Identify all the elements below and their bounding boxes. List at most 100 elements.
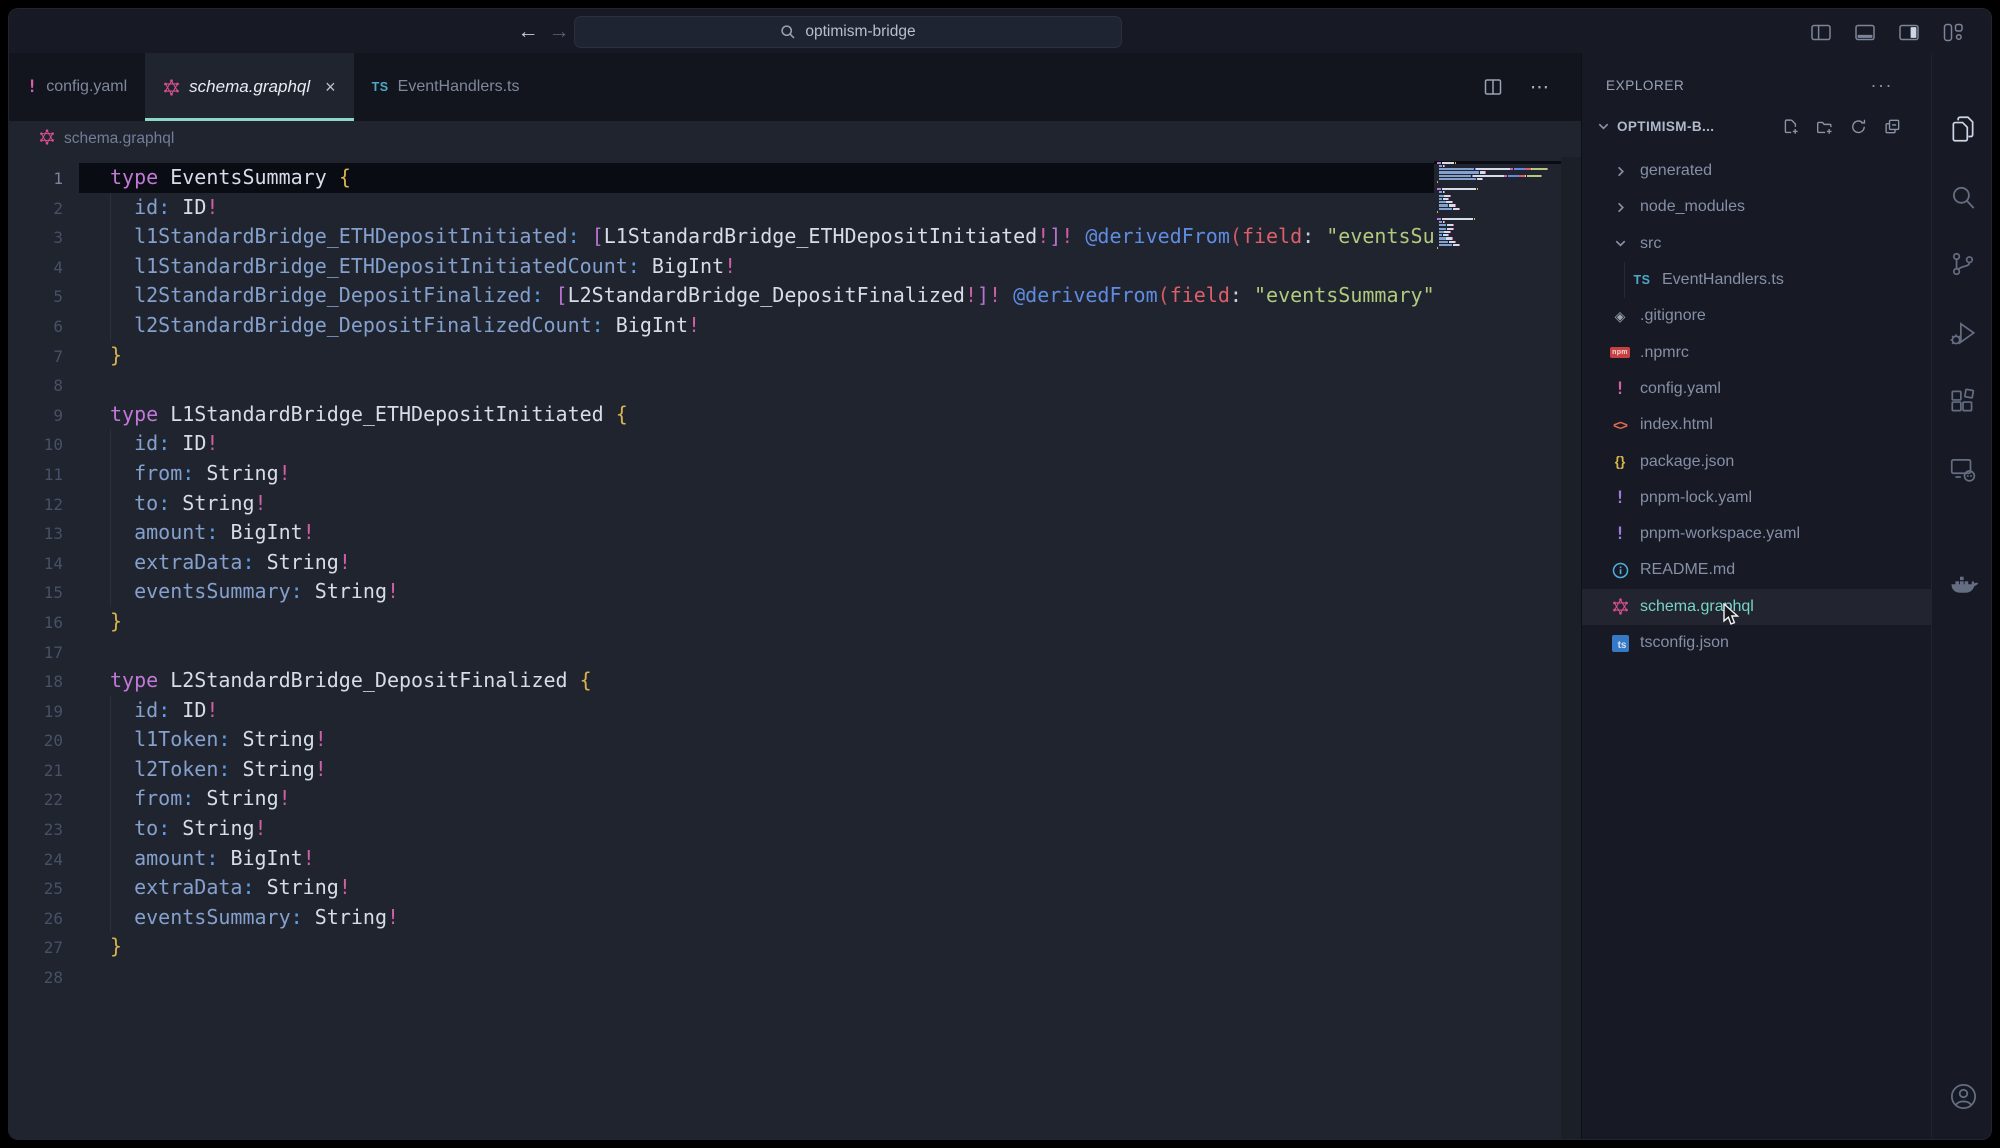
code-line-12[interactable]: 12 to: String! <box>9 489 1434 519</box>
code-line-24[interactable]: 24 amount: BigInt! <box>9 844 1434 874</box>
code-line-15[interactable]: 15 eventsSummary: String! <box>9 577 1434 607</box>
file-tsconfig.json[interactable]: ts tsconfig.json <box>1582 625 1931 661</box>
line-number: 15 <box>9 578 63 608</box>
file-pnpm-workspace.yaml[interactable]: !pnpm-workspace.yaml <box>1582 516 1931 552</box>
nav-forward-button[interactable]: → <box>544 9 574 55</box>
json-icon: {} <box>1615 454 1626 469</box>
layout-controls <box>1809 9 1965 55</box>
code-line-1[interactable]: 1type EventsSummary { <box>9 163 1434 193</box>
run-debug-icon[interactable] <box>1948 319 1978 349</box>
code-line-26[interactable]: 26 eventsSummary: String! <box>9 903 1434 933</box>
editor-scrollbar[interactable] <box>1561 157 1581 1140</box>
code-line-16[interactable]: 16} <box>9 607 1434 637</box>
code-line-13[interactable]: 13 amount: BigInt! <box>9 518 1434 548</box>
graphql-icon <box>163 79 180 96</box>
tab-label: config.yaml <box>46 78 127 96</box>
code-line-18[interactable]: 18type L2StandardBridge_DepositFinalized… <box>9 666 1434 696</box>
code-line-19[interactable]: 19 id: ID! <box>9 696 1434 726</box>
customize-layout-icon[interactable] <box>1941 20 1965 45</box>
command-center-search[interactable]: optimism-bridge <box>574 16 1122 48</box>
file-label: package.json <box>1640 453 1734 471</box>
toggle-sidebar-icon[interactable] <box>1809 20 1833 45</box>
code-line-22[interactable]: 22 from: String! <box>9 784 1434 814</box>
line-number: 2 <box>9 194 63 224</box>
folder-node_modules[interactable]: node_modules <box>1582 189 1931 225</box>
code-line-5[interactable]: 5 l2StandardBridge_DepositFinalized: [L2… <box>9 281 1434 311</box>
remote-explorer-icon[interactable] <box>1948 454 1978 484</box>
file-.gitignore[interactable]: ◈.gitignore <box>1582 298 1931 334</box>
refresh-icon[interactable] <box>1850 118 1867 135</box>
file-label: node_modules <box>1640 198 1745 216</box>
line-number: 19 <box>9 697 63 727</box>
breadcrumb[interactable]: schema.graphql <box>9 121 1581 157</box>
code-line-3[interactable]: 3 l1StandardBridge_ETHDepositInitiated: … <box>9 222 1434 252</box>
new-file-icon[interactable] <box>1782 118 1799 135</box>
explorer-more-icon[interactable]: ··· <box>1871 75 1893 96</box>
code-line-9[interactable]: 9type L1StandardBridge_ETHDepositInitiat… <box>9 400 1434 430</box>
folder-generated[interactable]: generated <box>1582 153 1931 189</box>
code-line-2[interactable]: 2 id: ID! <box>9 193 1434 223</box>
code-line-21[interactable]: 21 l2Token: String! <box>9 755 1434 785</box>
tab-schema.graphql[interactable]: schema.graphql× <box>145 53 353 121</box>
line-number: 3 <box>9 223 63 253</box>
toggle-panel-icon[interactable] <box>1853 20 1877 45</box>
file-label: tsconfig.json <box>1640 634 1729 652</box>
tab-config.yaml[interactable]: !config.yaml <box>9 53 145 121</box>
activity-bar <box>1931 53 1992 1140</box>
code-line-10[interactable]: 10 id: ID! <box>9 429 1434 459</box>
explorer-icon[interactable] <box>1948 114 1978 144</box>
account-icon[interactable] <box>1948 1081 1978 1111</box>
code-line-8[interactable]: 8 <box>9 370 1434 400</box>
code-line-25[interactable]: 25 extraData: String! <box>9 873 1434 903</box>
file-README.md[interactable]: README.md <box>1582 552 1931 588</box>
editor-more-actions-icon[interactable]: ⋯ <box>1530 76 1551 99</box>
file-label: pnpm-workspace.yaml <box>1640 525 1800 543</box>
file-package.json[interactable]: {} package.json <box>1582 443 1931 479</box>
typescript-icon: TS <box>372 80 389 94</box>
code-line-23[interactable]: 23 to: String! <box>9 814 1434 844</box>
source-control-icon[interactable] <box>1948 249 1978 279</box>
file-index.html[interactable]: <>index.html <box>1582 407 1931 443</box>
toggle-secondary-sidebar-icon[interactable] <box>1897 20 1921 45</box>
file-.npmrc[interactable]: npm.npmrc <box>1582 334 1931 370</box>
explorer-sidebar: EXPLORER ··· OPTIMISM-B... generatednode… <box>1581 53 1931 1140</box>
explorer-section-header[interactable]: OPTIMISM-B... <box>1582 109 1931 143</box>
html-icon: <> <box>1613 418 1627 433</box>
file-pnpm-lock.yaml[interactable]: !pnpm-lock.yaml <box>1582 480 1931 516</box>
line-number: 21 <box>9 756 63 786</box>
code-line-4[interactable]: 4 l1StandardBridge_ETHDepositInitiatedCo… <box>9 252 1434 282</box>
code-editor[interactable]: 1type EventsSummary {2 id: ID!3 l1Standa… <box>9 157 1581 1140</box>
file-config.yaml[interactable]: !config.yaml <box>1582 371 1931 407</box>
extensions-icon[interactable] <box>1948 386 1978 416</box>
code-line-27[interactable]: 27} <box>9 932 1434 962</box>
code-line-28[interactable]: 28 <box>9 962 1434 992</box>
line-number: 26 <box>9 904 63 934</box>
code-line-17[interactable]: 17 <box>9 637 1434 667</box>
new-folder-icon[interactable] <box>1816 118 1833 135</box>
close-icon[interactable]: × <box>325 77 336 98</box>
collapse-all-icon[interactable] <box>1884 118 1901 135</box>
tab-EventHandlers.ts[interactable]: TSEventHandlers.ts <box>354 53 538 121</box>
file-schema.graphql[interactable]: schema.graphql <box>1582 589 1931 625</box>
line-number: 16 <box>9 608 63 638</box>
file-EventHandlers.ts[interactable]: TSEventHandlers.ts <box>1582 262 1931 298</box>
readme-info-icon <box>1612 562 1629 579</box>
nav-back-button[interactable]: ← <box>513 9 543 55</box>
line-number: 24 <box>9 845 63 875</box>
code-line-6[interactable]: 6 l2StandardBridge_DepositFinalizedCount… <box>9 311 1434 341</box>
code-line-20[interactable]: 20 l1Token: String! <box>9 725 1434 755</box>
chevron-down-icon <box>1596 119 1611 134</box>
folder-src[interactable]: src <box>1582 226 1931 262</box>
line-number: 13 <box>9 519 63 549</box>
search-icon[interactable] <box>1948 183 1978 213</box>
tsconfig-icon: ts <box>1612 635 1629 652</box>
docker-icon[interactable] <box>1948 571 1978 601</box>
code-line-14[interactable]: 14 extraData: String! <box>9 548 1434 578</box>
code-line-7[interactable]: 7} <box>9 341 1434 371</box>
line-number: 20 <box>9 726 63 756</box>
code-line-11[interactable]: 11 from: String! <box>9 459 1434 489</box>
editor-group: !config.yaml schema.graphql×TSEventHandl… <box>9 53 1581 1140</box>
file-label: pnpm-lock.yaml <box>1640 489 1752 507</box>
minimap[interactable] <box>1434 161 1561 281</box>
split-editor-icon[interactable] <box>1482 76 1504 98</box>
